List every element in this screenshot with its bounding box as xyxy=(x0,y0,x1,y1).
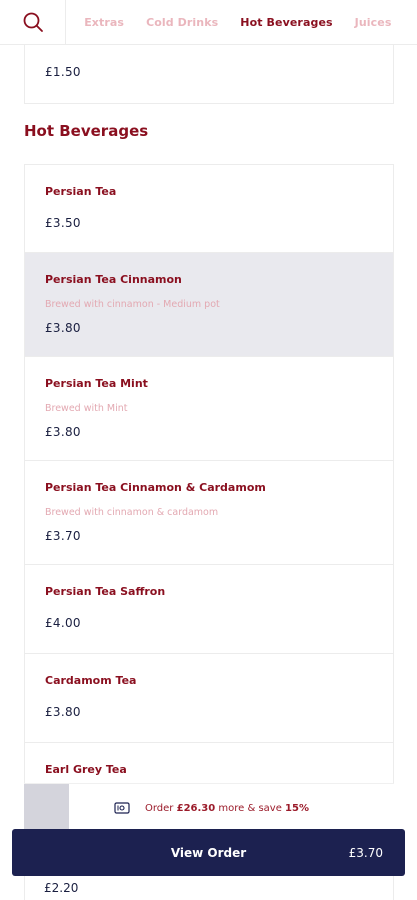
view-order-label: View Order xyxy=(170,845,247,860)
promo-thumbnail xyxy=(24,784,69,832)
search-button[interactable] xyxy=(0,0,66,45)
category-bar: rs Extras Cold Drinks Hot Beverages Juic… xyxy=(0,0,417,45)
tab-hot-beverages[interactable]: Hot Beverages xyxy=(240,16,332,29)
menu-item[interactable]: Persian Tea £3.50 xyxy=(25,165,393,253)
item-price: £2.20 xyxy=(44,881,79,895)
order-total: £3.70 xyxy=(348,845,383,860)
search-icon xyxy=(23,12,43,32)
promo-text: Order £26.30 more & save 15% xyxy=(145,803,309,814)
item-name: Persian Tea Cinnamon & Cardamom xyxy=(45,481,266,494)
menu-item[interactable]: Persian Tea Cinnamon Brewed with cinnamo… xyxy=(25,253,393,357)
promo-prefix: Order xyxy=(145,802,177,814)
promo-percent: 15% xyxy=(285,802,309,814)
section-title: Hot Beverages xyxy=(24,122,149,140)
menu-page: rs Extras Cold Drinks Hot Beverages Juic… xyxy=(0,0,417,900)
previous-section-card[interactable]: £1.50 xyxy=(24,38,394,104)
item-price: £4.00 xyxy=(45,616,81,630)
discount-banner: Order £26.30 more & save 15% xyxy=(24,783,394,832)
promo-amount: £26.30 xyxy=(176,802,216,814)
item-name: Earl Grey Tea xyxy=(45,763,127,776)
item-name: Persian Tea Saffron xyxy=(45,585,166,598)
menu-item[interactable]: Persian Tea Saffron £4.00 xyxy=(25,565,393,654)
menu-item[interactable]: Persian Tea Mint Brewed with Mint £3.80 xyxy=(25,357,393,461)
tab-cold-drinks[interactable]: Cold Drinks xyxy=(146,16,218,29)
item-description: Brewed with Mint xyxy=(45,403,128,414)
promo-middle: more & save xyxy=(215,802,286,814)
item-name: Persian Tea Mint xyxy=(45,377,148,390)
item-description: Brewed with cinnamon & cardamom xyxy=(45,507,219,518)
item-price: £3.70 xyxy=(45,529,81,543)
item-price: £3.80 xyxy=(45,705,81,719)
ticket-icon xyxy=(114,802,130,814)
item-price: £3.80 xyxy=(45,321,81,335)
item-price: £3.80 xyxy=(45,425,81,439)
tab-extras[interactable]: Extras xyxy=(84,16,124,29)
category-tabs: rs Extras Cold Drinks Hot Beverages Juic… xyxy=(66,0,417,45)
item-name: Persian Tea xyxy=(45,185,117,198)
card-edge xyxy=(24,876,394,900)
view-order-button[interactable]: View Order £3.70 xyxy=(12,829,405,876)
item-name: Cardamom Tea xyxy=(45,674,137,687)
item-name: Persian Tea Cinnamon xyxy=(45,273,182,286)
menu-item[interactable]: Cardamom Tea £3.80 xyxy=(25,654,393,743)
item-price: £1.50 xyxy=(45,65,81,79)
menu-item[interactable]: Persian Tea Cinnamon & Cardamom Brewed w… xyxy=(25,461,393,565)
tab-juices[interactable]: Juices xyxy=(355,16,392,29)
item-description: Brewed with cinnamon - Medium pot xyxy=(45,299,220,310)
item-price: £3.50 xyxy=(45,216,81,230)
